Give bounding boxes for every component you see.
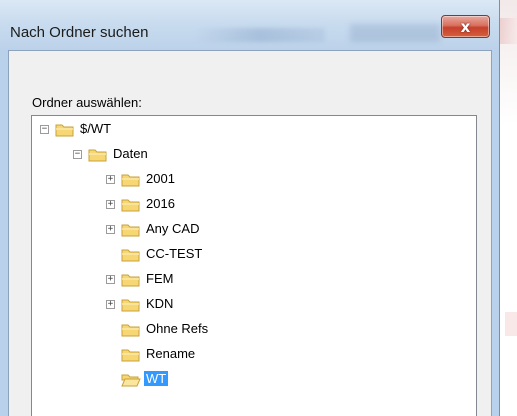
tree-item[interactable]: Ohne Refs [32,320,472,340]
folder-icon [121,297,141,313]
folder-icon [121,322,141,338]
expand-icon[interactable]: + [106,225,115,234]
collapse-icon[interactable]: − [40,125,49,134]
background-decoration [505,312,517,336]
tree-item-label: CC-TEST [146,246,203,261]
tree-item-label: Any CAD [146,221,200,236]
title-bar-blur [195,28,325,42]
tree-item[interactable]: + FEM [32,270,472,290]
tree-item-label: KDN [146,296,174,311]
tree-item-label: $/WT [80,121,112,136]
folder-icon [121,197,141,213]
tree-item-label: WT [144,371,169,386]
tree-item-label: FEM [146,271,174,286]
folder-icon [121,247,141,263]
expand-icon[interactable]: + [106,300,115,309]
tree-item-label: 2001 [146,171,175,186]
background-decoration [500,18,517,44]
window-title: Nach Ordner suchen [10,24,149,41]
tree-item-label: Ohne Refs [146,321,209,336]
expand-icon[interactable]: + [106,175,115,184]
tree-item[interactable]: + KDN [32,295,472,315]
title-bar[interactable]: Nach Ordner suchen x [0,0,499,50]
tree-item[interactable]: Rename [32,345,472,365]
expand-icon[interactable]: + [106,275,115,284]
tree-item[interactable]: +2001 [32,170,472,190]
folder-icon [121,272,141,288]
tree-item-label: Daten [113,146,148,161]
tree-item-label: Rename [146,346,196,361]
tree-item[interactable]: +2016 [32,195,472,215]
title-bar-blur [350,24,440,42]
folder-icon [88,147,108,163]
folder-select-label: Ordner auswählen: [32,95,142,110]
collapse-icon[interactable]: − [73,150,82,159]
background-right-strip [500,0,517,416]
folder-icon [121,347,141,363]
tree-item[interactable]: − $/WT [32,120,472,140]
expand-icon[interactable]: + [106,200,115,209]
folder-open-icon [121,372,141,388]
folder-icon [121,222,141,238]
close-button[interactable]: x [441,15,490,38]
folder-icon [121,172,141,188]
folder-tree[interactable]: − $/WT − Daten +2001 +2016 + Any CAD CC-TEST + FEM… [31,115,477,416]
close-icon: x [460,17,471,36]
tree-item[interactable]: − Daten [32,145,472,165]
folder-icon [55,122,75,138]
tree-item[interactable]: WT [32,370,472,390]
tree-item[interactable]: + Any CAD [32,220,472,240]
tree-item-label: 2016 [146,196,175,211]
tree-item[interactable]: CC-TEST [32,245,472,265]
